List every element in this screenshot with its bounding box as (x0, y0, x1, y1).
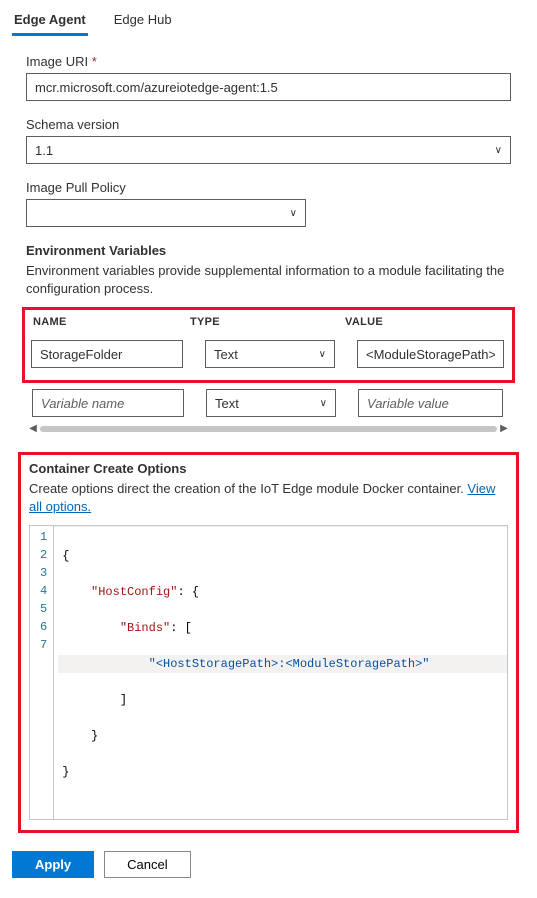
chevron-down-icon: ∨ (282, 208, 305, 219)
tab-edge-agent[interactable]: Edge Agent (12, 8, 88, 36)
line-number: 2 (40, 546, 47, 564)
line-number: 4 (40, 582, 47, 600)
line-number: 6 (40, 618, 47, 636)
schema-version-label: Schema version (26, 117, 511, 132)
scroll-track[interactable] (40, 426, 497, 432)
apply-button[interactable]: Apply (12, 851, 94, 878)
env-variables-section: Environment Variables Environment variab… (26, 243, 511, 434)
schema-version-value: 1.1 (27, 143, 487, 158)
env-row: Text ∨ (31, 340, 512, 368)
image-uri-input[interactable] (26, 73, 511, 101)
image-uri-group: Image URI * (26, 54, 511, 101)
env-header-row: NAME TYPE VALUE (25, 310, 512, 334)
env-type-value: Text (206, 347, 311, 362)
env-value-input-empty[interactable] (358, 389, 503, 417)
code-body[interactable]: { "HostConfig": { "Binds": [ "<HostStora… (54, 526, 507, 819)
env-type-value-empty: Text (207, 396, 312, 411)
env-vars-highlighted: NAME TYPE VALUE Text ∨ (22, 307, 515, 383)
env-name-input[interactable] (31, 340, 183, 368)
cco-desc: Create options direct the creation of th… (29, 480, 508, 515)
cancel-button[interactable]: Cancel (104, 851, 190, 878)
env-col-value-header: VALUE (345, 316, 512, 328)
line-number: 7 (40, 636, 47, 654)
env-col-type-header: TYPE (190, 316, 345, 328)
env-name-input-empty[interactable] (32, 389, 184, 417)
cco-wrapper: Container Create Options Create options … (18, 452, 519, 833)
image-uri-label: Image URI * (26, 54, 511, 69)
tabs: Edge Agent Edge Hub (12, 8, 525, 36)
chevron-down-icon: ∨ (312, 398, 335, 409)
schema-version-group: Schema version 1.1 ∨ (26, 117, 511, 164)
scroll-right-icon[interactable]: ▶ (497, 423, 511, 434)
env-col-name-header: NAME (25, 316, 190, 328)
line-number: 3 (40, 564, 47, 582)
container-create-options-section: Container Create Options Create options … (18, 452, 519, 833)
schema-version-select[interactable]: 1.1 ∨ (26, 136, 511, 164)
image-pull-policy-select[interactable]: ∨ (26, 199, 306, 227)
env-row-empty: Text ∨ (32, 389, 511, 417)
env-vars-title: Environment Variables (26, 243, 511, 258)
env-value-input[interactable] (357, 340, 504, 368)
env-type-select[interactable]: Text ∨ (205, 340, 335, 368)
button-row: Apply Cancel (12, 851, 525, 878)
line-number: 5 (40, 600, 47, 618)
code-gutter: 1 2 3 4 5 6 7 (30, 526, 54, 819)
scroll-left-icon[interactable]: ◀ (26, 423, 40, 434)
env-type-select-empty[interactable]: Text ∨ (206, 389, 336, 417)
env-vars-desc: Environment variables provide supplement… (26, 262, 511, 297)
image-pull-policy-group: Image Pull Policy ∨ (26, 180, 511, 227)
code-editor[interactable]: 1 2 3 4 5 6 7 { "HostConfig": { "Binds":… (29, 525, 508, 820)
image-pull-policy-label: Image Pull Policy (26, 180, 511, 195)
horizontal-scrollbar[interactable]: ◀ ▶ (26, 423, 511, 434)
line-number: 1 (40, 528, 47, 546)
chevron-down-icon: ∨ (487, 145, 510, 156)
cco-title: Container Create Options (29, 461, 508, 476)
tab-edge-hub[interactable]: Edge Hub (112, 8, 174, 35)
required-asterisk: * (92, 54, 97, 69)
chevron-down-icon: ∨ (311, 349, 334, 360)
